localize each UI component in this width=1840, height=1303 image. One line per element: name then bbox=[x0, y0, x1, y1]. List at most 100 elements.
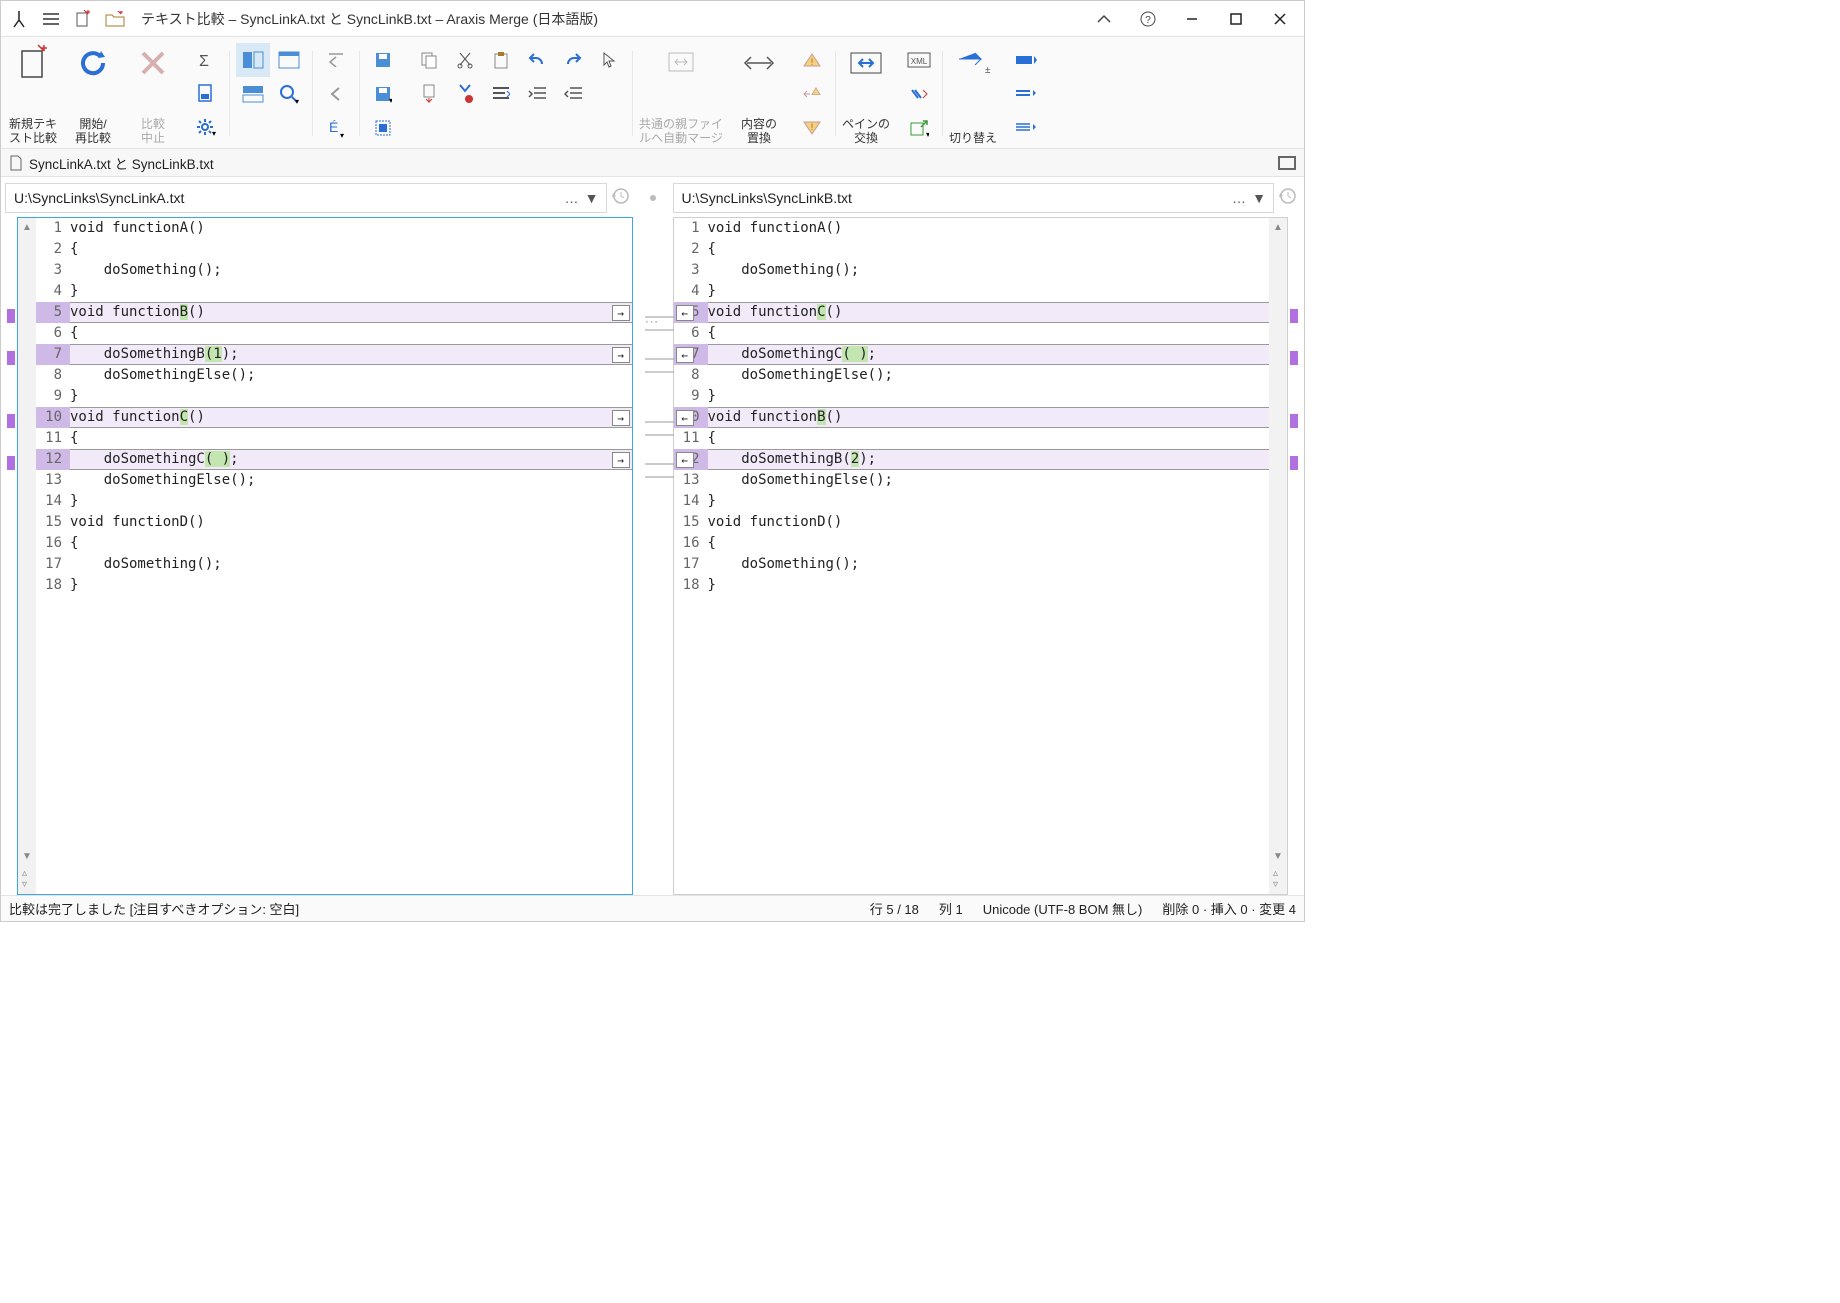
code-line[interactable]: 9} bbox=[36, 386, 632, 407]
code-line[interactable]: 10void functionC()→ bbox=[36, 407, 632, 428]
chevron-down-icon[interactable]: ▼ bbox=[582, 190, 602, 206]
ribbon-switch[interactable]: ± 切り替え bbox=[943, 43, 1003, 148]
copy-down-icon[interactable] bbox=[412, 77, 446, 111]
left-scroll-left[interactable]: ▲ ▼ ▵ ▿ bbox=[18, 218, 36, 894]
code-line[interactable]: 15void functionD() bbox=[674, 512, 1270, 533]
format-icon[interactable] bbox=[484, 77, 518, 111]
path-more-icon[interactable]: … bbox=[562, 190, 582, 206]
outdent-icon[interactable] bbox=[556, 77, 590, 111]
merge-left-button[interactable]: ← bbox=[676, 452, 694, 468]
code-line[interactable]: 7 doSomethingB(1);→ bbox=[36, 344, 632, 365]
chevron-down-icon[interactable]: ▼ bbox=[1249, 190, 1269, 206]
history-icon[interactable] bbox=[1278, 187, 1300, 209]
code-line[interactable]: 6{ bbox=[674, 323, 1270, 344]
cursor-icon[interactable] bbox=[592, 43, 626, 77]
list2-icon[interactable] bbox=[1009, 77, 1043, 111]
right-path-box[interactable]: U:\SyncLinks\SyncLinkB.txt … ▼ bbox=[673, 183, 1275, 213]
nav-first-icon[interactable] bbox=[319, 43, 353, 77]
list3-icon[interactable] bbox=[1009, 111, 1043, 145]
code-line[interactable]: 5void functionC()← bbox=[674, 302, 1270, 323]
code-line[interactable]: 3 doSomething(); bbox=[674, 260, 1270, 281]
scroll-bottom-icon[interactable]: ▿ bbox=[1273, 879, 1283, 890]
undo-icon[interactable] bbox=[520, 43, 554, 77]
code-line[interactable]: 16{ bbox=[674, 533, 1270, 554]
scroll-down-icon[interactable]: ▼ bbox=[1273, 851, 1283, 862]
ribbon-replace[interactable]: 内容の 置換 bbox=[729, 43, 789, 148]
code-line[interactable]: 17 doSomething(); bbox=[674, 554, 1270, 575]
redo-icon[interactable] bbox=[556, 43, 590, 77]
code-line[interactable]: 15void functionD() bbox=[36, 512, 632, 533]
merge-left-button[interactable]: ← bbox=[676, 410, 694, 426]
code-line[interactable]: 17 doSomething(); bbox=[36, 554, 632, 575]
close-button[interactable] bbox=[1264, 3, 1296, 35]
code-line[interactable]: 13 doSomethingElse(); bbox=[36, 470, 632, 491]
code-line[interactable]: 3 doSomething(); bbox=[36, 260, 632, 281]
layout-single-icon[interactable] bbox=[272, 43, 306, 77]
code-line[interactable]: 2{ bbox=[36, 239, 632, 260]
warn-left-icon[interactable] bbox=[795, 77, 829, 111]
code-line[interactable]: 18} bbox=[36, 575, 632, 596]
new-file-icon[interactable] bbox=[73, 9, 93, 29]
merge-left-button[interactable]: ← bbox=[676, 305, 694, 321]
new-folder-icon[interactable] bbox=[105, 9, 125, 29]
sigma-icon[interactable]: Σ bbox=[189, 43, 223, 77]
left-path-box[interactable]: U:\SyncLinks\SyncLinkA.txt … ▼ bbox=[5, 183, 607, 213]
paste-icon[interactable] bbox=[484, 43, 518, 77]
code-line[interactable]: 1void functionA() bbox=[36, 218, 632, 239]
tab-title[interactable]: SyncLinkA.txt と SyncLinkB.txt bbox=[29, 153, 214, 173]
code-line[interactable]: 13 doSomethingElse(); bbox=[674, 470, 1270, 491]
scroll-top-icon[interactable]: ▵ bbox=[1273, 868, 1283, 879]
ribbon-swap[interactable]: ペインの 交換 bbox=[836, 43, 896, 148]
code-line[interactable]: 7 doSomethingC( );← bbox=[674, 344, 1270, 365]
merge-right-button[interactable]: → bbox=[612, 452, 630, 468]
more-icon[interactable]: ⋯ bbox=[645, 313, 661, 330]
bookmark-error-icon[interactable] bbox=[448, 77, 482, 111]
code-line[interactable]: 6{ bbox=[36, 323, 632, 344]
left-editor[interactable]: ▲ ▼ ▵ ▿ 1void functionA()2{3 doSomething… bbox=[17, 217, 633, 895]
ribbon-new-compare[interactable]: 新規テキ スト比較 bbox=[3, 43, 63, 148]
path-more-icon[interactable]: … bbox=[1229, 190, 1249, 206]
scroll-bottom-icon[interactable]: ▿ bbox=[22, 879, 32, 890]
code-line[interactable]: 18} bbox=[674, 575, 1270, 596]
code-line[interactable]: 8 doSomethingElse(); bbox=[674, 365, 1270, 386]
history-icon[interactable] bbox=[611, 187, 633, 209]
nav-prev-icon[interactable] bbox=[319, 77, 353, 111]
save-icon[interactable] bbox=[366, 43, 400, 77]
code-line[interactable]: 9} bbox=[674, 386, 1270, 407]
code-line[interactable]: 1void functionA() bbox=[674, 218, 1270, 239]
merge-right-button[interactable]: → bbox=[612, 305, 630, 321]
xml-icon[interactable]: XML bbox=[902, 43, 936, 77]
zoom-icon[interactable]: ▾ bbox=[272, 77, 306, 111]
indent-icon[interactable] bbox=[520, 77, 554, 111]
copy-icon[interactable] bbox=[412, 43, 446, 77]
ribbon-start-recompare[interactable]: 開始/ 再比較 bbox=[63, 43, 123, 148]
code-line[interactable]: 14} bbox=[36, 491, 632, 512]
scroll-up-icon[interactable]: ▲ bbox=[22, 222, 32, 233]
warn-down-icon[interactable]: ! bbox=[795, 111, 829, 145]
panel-toggle-icon[interactable] bbox=[1278, 156, 1296, 170]
ribbon-collapse-icon[interactable] bbox=[1088, 3, 1120, 35]
code-line[interactable]: 14} bbox=[674, 491, 1270, 512]
code-line[interactable]: 16{ bbox=[36, 533, 632, 554]
scroll-top-icon[interactable]: ▵ bbox=[22, 868, 32, 879]
layout-stacked-icon[interactable] bbox=[236, 77, 270, 111]
left-code[interactable]: 1void functionA()2{3 doSomething();4}5vo… bbox=[36, 218, 632, 894]
merge-right-button[interactable]: → bbox=[612, 347, 630, 363]
menu-icon[interactable] bbox=[41, 9, 61, 29]
scroll-down-icon[interactable]: ▼ bbox=[22, 851, 32, 862]
encoding-icon[interactable]: É▾ bbox=[319, 111, 353, 145]
right-code[interactable]: 1void functionA()2{3 doSomething();4}5vo… bbox=[674, 218, 1270, 894]
layout-side-icon[interactable] bbox=[236, 43, 270, 77]
code-line[interactable]: 12 doSomethingC( );→ bbox=[36, 449, 632, 470]
code-line[interactable]: 8 doSomethingElse(); bbox=[36, 365, 632, 386]
warn-up-icon[interactable]: ! bbox=[795, 43, 829, 77]
cut-icon[interactable] bbox=[448, 43, 482, 77]
code-line[interactable]: 11{ bbox=[36, 428, 632, 449]
help-icon[interactable]: ? bbox=[1132, 3, 1164, 35]
code-line[interactable]: 11{ bbox=[674, 428, 1270, 449]
page-icon[interactable] bbox=[189, 77, 223, 111]
right-scroll-right[interactable]: ▲ ▼ ▵ ▿ bbox=[1269, 218, 1287, 894]
scroll-up-icon[interactable]: ▲ bbox=[1273, 222, 1283, 233]
maximize-button[interactable] bbox=[1220, 3, 1252, 35]
code-line[interactable]: 12 doSomethingB(2);← bbox=[674, 449, 1270, 470]
